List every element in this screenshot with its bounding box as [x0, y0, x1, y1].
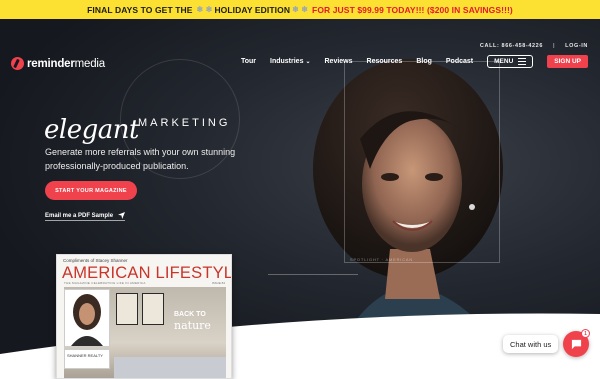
- sofa: [114, 357, 226, 378]
- magazine-feature-small: BACK TO: [174, 311, 206, 318]
- signup-button[interactable]: SIGN UP: [547, 55, 588, 68]
- logo-icon: [11, 57, 24, 70]
- phone-link[interactable]: CALL: 866-458-4226: [480, 43, 543, 49]
- banner-offer: FOR JUST $99.99 TODAY!!! ($200 IN SAVING…: [312, 4, 513, 15]
- wall-art: [142, 293, 164, 325]
- nav-item-podcast[interactable]: Podcast: [446, 58, 473, 65]
- separator: |: [553, 43, 556, 49]
- chat-icon: [571, 339, 581, 349]
- hamburger-icon: [518, 58, 527, 65]
- banner-text-1: FINAL DAYS TO GET THE: [87, 4, 193, 15]
- login-link[interactable]: LOG-IN: [565, 43, 588, 49]
- start-magazine-button[interactable]: START YOUR MAGAZINE: [45, 181, 137, 200]
- snowflake-icon: ❄ ❄: [196, 5, 213, 14]
- banner-holiday: HOLIDAY EDITION: [214, 4, 291, 15]
- chat-notification-badge: 1: [581, 329, 590, 338]
- chat-label[interactable]: Chat with us: [503, 335, 559, 353]
- send-icon: [118, 212, 126, 219]
- hero-heading: MARKETING: [138, 117, 231, 129]
- menu-label: MENU: [494, 58, 514, 65]
- hero-subtitle: Generate more referrals with your own st…: [45, 147, 236, 171]
- chevron-down-icon: ⌄: [305, 59, 311, 65]
- nav-item-tour[interactable]: Tour: [241, 58, 256, 65]
- wall-art: [116, 293, 138, 325]
- magazine-feature: nature: [174, 319, 211, 332]
- agent-photo: [64, 289, 110, 347]
- magazine-cover: Compliments of Stacey Shanner AMERICAN L…: [56, 254, 232, 379]
- main-nav: Tour Industries ⌄ Reviews Resources Blog …: [241, 55, 588, 68]
- menu-button[interactable]: MENU: [487, 55, 534, 68]
- pdf-sample-link[interactable]: Email me a PDF Sample: [45, 212, 126, 221]
- top-utility-bar: CALL: 866-458-4226 | LOG-IN: [480, 43, 588, 49]
- nav-item-resources[interactable]: Resources: [367, 58, 403, 65]
- magazine-cover-photo: SHANNER REALTY BACK TO nature: [64, 287, 226, 378]
- nav-item-industries[interactable]: Industries ⌄: [270, 58, 310, 65]
- magazine-tagline: THE MAGAZINE CELEBRATING LIFE IN AMERICA: [64, 281, 146, 285]
- pdf-link-label: Email me a PDF Sample: [45, 212, 114, 219]
- logo-text: remindermedia: [27, 57, 105, 70]
- hero-script-heading: elegant: [44, 115, 139, 145]
- promo-banner[interactable]: FINAL DAYS TO GET THE ❄ ❄ HOLIDAY EDITIO…: [0, 0, 600, 19]
- nav-item-blog[interactable]: Blog: [416, 58, 432, 65]
- magazine-issue: ISSUE 84: [211, 281, 225, 285]
- logo[interactable]: remindermedia: [11, 57, 105, 70]
- nav-item-reviews[interactable]: Reviews: [325, 58, 353, 65]
- magazine-compliments: Compliments of Stacey Shanner: [63, 258, 128, 263]
- realty-logo: SHANNER REALTY: [64, 349, 110, 369]
- hero-section: SPOTLIGHT · AMERICAN CALL: 866-458-4226 …: [0, 19, 600, 379]
- snowflake-icon: ❄ ❄: [292, 5, 309, 14]
